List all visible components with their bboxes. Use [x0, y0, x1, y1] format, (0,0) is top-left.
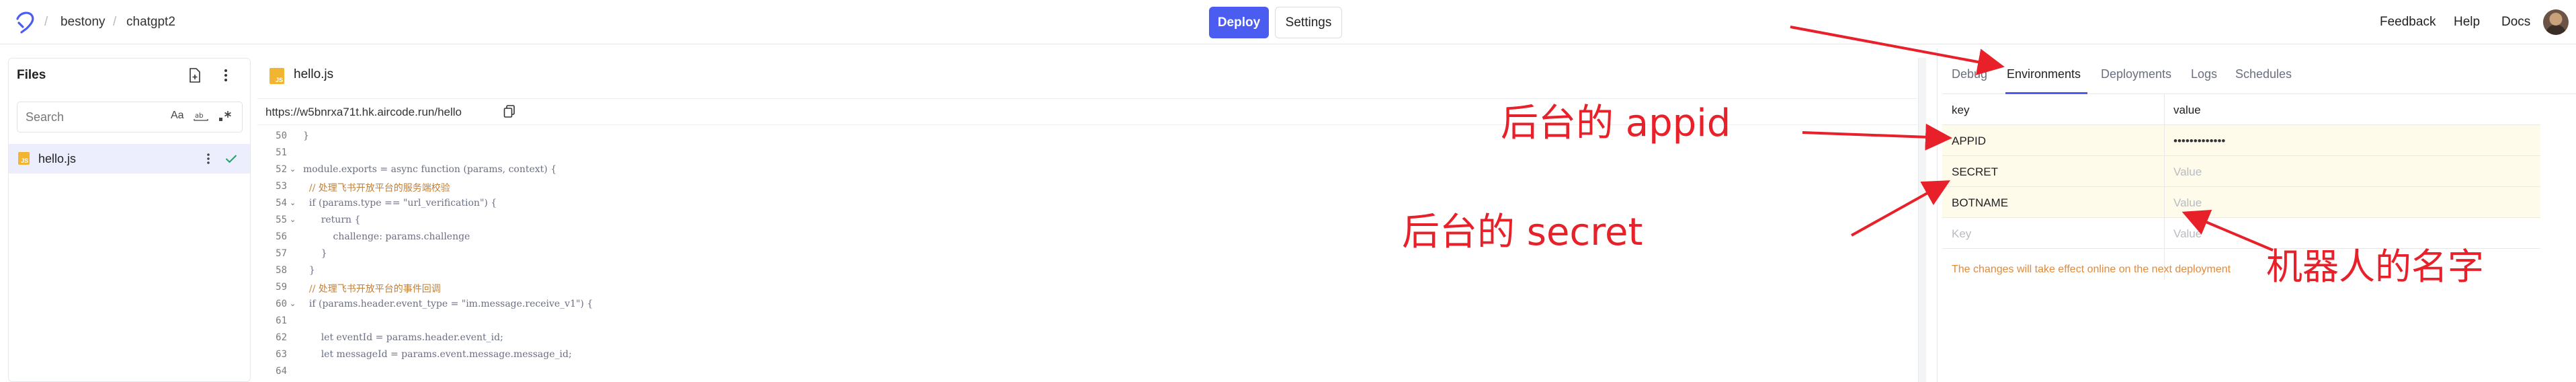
arrow-to-appid [1802, 123, 1952, 151]
annotation-secret: 后台的 secret [1402, 211, 1643, 254]
arrow-to-environments-tab [1790, 26, 2005, 75]
annotation-arrows [1790, 26, 2274, 252]
annotation-appid: 后台的 appid [1501, 102, 1731, 145]
arrow-to-botname-value [2182, 210, 2274, 252]
annotation-botname: 机器人的名字 [2266, 245, 2484, 288]
arrow-to-secret [1851, 180, 1950, 237]
